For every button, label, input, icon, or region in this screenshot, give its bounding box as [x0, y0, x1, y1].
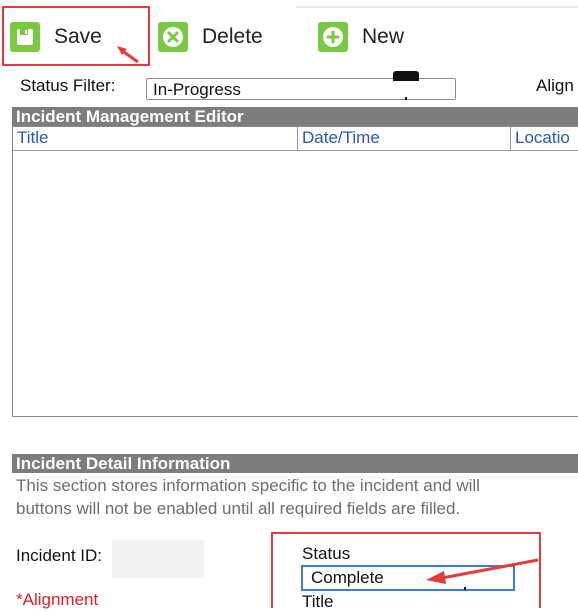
- delete-x-icon: [158, 22, 188, 52]
- status-filter-value: In-Progress: [153, 80, 241, 99]
- delete-button[interactable]: Delete: [158, 8, 263, 66]
- column-title[interactable]: Title: [13, 127, 297, 150]
- incident-id-label: Incident ID:: [16, 546, 102, 565]
- dropdown-dot-icon: [405, 97, 407, 100]
- detail-header: Incident Detail Information: [12, 454, 578, 473]
- status-filter-select[interactable]: In-Progress: [146, 71, 456, 100]
- detail-description-line2: buttons will not be enabled until all re…: [16, 499, 461, 518]
- add-plus-icon: [318, 22, 348, 52]
- alignment-required-label: *Alignment: [16, 590, 99, 609]
- detail-description-line1: This section stores information specific…: [16, 476, 480, 495]
- delete-label: Delete: [202, 25, 263, 48]
- save-pointer-arrow: [117, 46, 139, 64]
- align-label: Align: [536, 76, 574, 95]
- detail-description: This section stores information specific…: [16, 474, 480, 520]
- incident-grid[interactable]: Title Date/Time Locatio: [12, 126, 578, 417]
- column-location[interactable]: Locatio: [511, 127, 578, 150]
- column-date-time[interactable]: Date/Time: [298, 127, 510, 150]
- new-button[interactable]: New: [318, 8, 404, 66]
- editor-header: Incident Management Editor: [12, 107, 578, 126]
- grid-header-row: Title Date/Time Locatio: [13, 127, 578, 151]
- dropdown-tab-icon: [393, 71, 419, 81]
- incident-id-field: [112, 540, 204, 578]
- status-filter-label: Status Filter:: [20, 76, 116, 95]
- status-pointer-arrow: [426, 558, 539, 584]
- new-label: New: [362, 25, 405, 48]
